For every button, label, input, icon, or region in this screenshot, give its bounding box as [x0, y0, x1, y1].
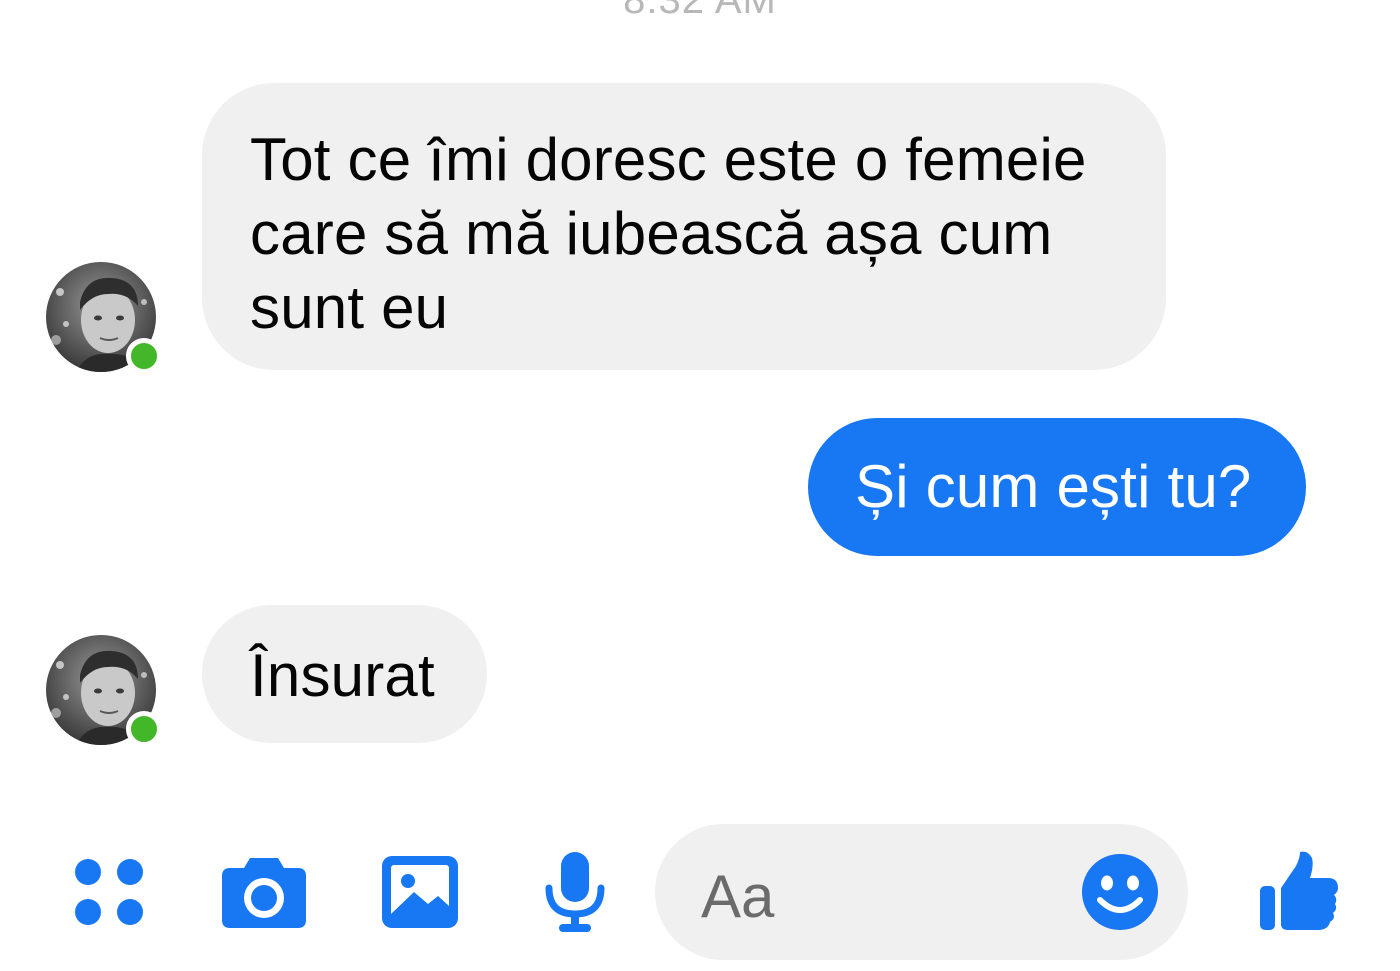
- camera-icon: [222, 858, 306, 928]
- message-text: Însurat: [250, 642, 435, 709]
- incoming-message-bubble[interactable]: Tot ce îmi doresc este o femeie care să …: [202, 83, 1166, 370]
- microphone-icon: [545, 852, 605, 932]
- message-line: Tot ce îmi doresc este o femeie: [250, 126, 1087, 193]
- more-apps-icon: [75, 859, 143, 925]
- online-status-indicator: [126, 711, 162, 747]
- message-line: sunt eu: [250, 274, 449, 341]
- chat-screen: 8:32 AM Tot ce îmi doresc este o femeie …: [0, 0, 1400, 971]
- outgoing-message-bubble[interactable]: Și cum ești tu?: [808, 418, 1306, 556]
- gallery-button[interactable]: [380, 854, 460, 930]
- voice-message-button[interactable]: [542, 850, 608, 934]
- camera-button[interactable]: [220, 854, 308, 930]
- emoji-button[interactable]: [1080, 852, 1160, 937]
- message-input[interactable]: Aa: [655, 824, 1188, 960]
- incoming-message-bubble[interactable]: Însurat: [202, 605, 487, 743]
- message-line: care să mă iubească așa cum: [250, 200, 1053, 267]
- gallery-icon: [382, 856, 458, 928]
- like-button[interactable]: [1258, 848, 1340, 932]
- emoji-icon: [1082, 854, 1158, 930]
- message-timestamp: 8:32 AM: [623, 0, 777, 22]
- more-apps-button[interactable]: [72, 856, 146, 930]
- online-status-indicator: [126, 338, 162, 374]
- message-composer: Aa: [0, 820, 1400, 971]
- message-input-placeholder: Aa: [701, 863, 775, 930]
- message-text: Și cum ești tu?: [855, 453, 1252, 520]
- contact-avatar[interactable]: [46, 635, 162, 747]
- contact-avatar[interactable]: [46, 262, 162, 374]
- thumbs-up-icon: [1260, 851, 1338, 930]
